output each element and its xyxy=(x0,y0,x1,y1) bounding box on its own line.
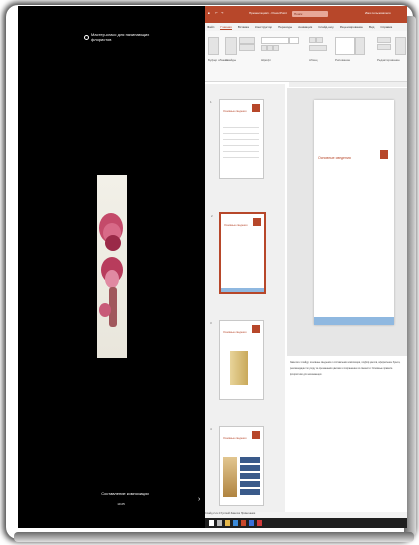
menu-item[interactable]: Справка xyxy=(380,25,392,29)
menu-item[interactable]: Файл xyxy=(207,25,214,29)
slide-footer-band xyxy=(314,317,394,325)
current-slide[interactable]: Основные сведения xyxy=(314,100,394,325)
undo-icon[interactable]: ↶ xyxy=(215,11,218,15)
new-slide-button[interactable] xyxy=(225,37,237,55)
slide-thumbnail[interactable]: 4 Основные сведения xyxy=(210,426,264,506)
logo-icon xyxy=(253,218,261,226)
screen: Мастер-класс для начинающих флористов Со… xyxy=(18,6,407,528)
video-caption: Составление композиции xyxy=(101,491,149,496)
slide-thumb-title: Основные сведения xyxy=(223,331,247,334)
rose-petal xyxy=(105,235,121,251)
ribbon xyxy=(205,31,407,82)
presentation-app: ■ ↶ ↷ Презентация1 - PowerPoint Поиск Им… xyxy=(205,6,407,528)
slide-title[interactable]: Основные сведения xyxy=(318,156,351,160)
slide-thumbnail[interactable]: 1 Основные сведения xyxy=(210,99,264,179)
layout-button[interactable] xyxy=(239,37,255,44)
slide-thumb-table xyxy=(240,457,260,497)
frame-shadow-bottom xyxy=(14,532,414,542)
slide-thumb-image xyxy=(230,351,248,385)
clock-icon xyxy=(84,34,89,40)
numbering-button[interactable] xyxy=(316,37,323,43)
video-caption-sub: 10:25 xyxy=(117,502,125,506)
powerpoint-icon[interactable] xyxy=(241,520,246,526)
taskbar xyxy=(205,518,407,528)
ribbon-group-label: Редактирование xyxy=(377,58,400,62)
title-bar: ■ ↶ ↷ Презентация1 - PowerPoint Поиск Им… xyxy=(205,6,407,23)
reset-button[interactable] xyxy=(239,44,255,51)
logo-icon xyxy=(252,325,260,333)
explorer-icon[interactable] xyxy=(225,520,230,526)
menu-item[interactable]: Вид xyxy=(369,25,374,29)
menu-item[interactable]: Анимация xyxy=(298,25,312,29)
slide-number: 1 xyxy=(210,100,212,104)
slide-thumbnails-pane: 1 Основные сведения 2 Основные сведения … xyxy=(205,84,285,512)
video-title-text: Мастер-класс для начинающих флористов xyxy=(91,32,150,42)
window-title: Презентация1 - PowerPoint xyxy=(249,11,287,15)
paste-button[interactable] xyxy=(208,37,219,55)
slide-editor: Основные сведения xyxy=(287,88,407,356)
browser-icon[interactable] xyxy=(233,520,238,526)
replace-button[interactable] xyxy=(377,44,391,50)
arrange-button[interactable] xyxy=(355,37,365,55)
redo-icon[interactable]: ↷ xyxy=(221,11,224,15)
slide-number: 3 xyxy=(210,321,212,325)
video-frame-rose[interactable] xyxy=(97,175,127,358)
search-icon[interactable] xyxy=(217,520,222,526)
start-icon[interactable] xyxy=(209,520,214,526)
slide-thumb-band xyxy=(221,288,264,292)
select-button[interactable] xyxy=(395,37,406,55)
video-panel: Мастер-класс для начинающих флористов Со… xyxy=(18,6,205,528)
slide-thumbnail[interactable]: 3 Основные сведения xyxy=(210,320,264,400)
menu-item[interactable]: Конструктор xyxy=(255,25,272,29)
slide-thumb-table xyxy=(223,122,259,162)
ribbon-group-label: Слайды xyxy=(225,58,237,62)
underline-button[interactable] xyxy=(273,45,279,51)
save-icon[interactable]: ■ xyxy=(208,11,210,15)
slide-thumbnail-selected[interactable]: 2 Основные сведения xyxy=(211,212,266,294)
video-title: Мастер-класс для начинающих флористов xyxy=(84,30,164,44)
logo-icon xyxy=(252,104,260,112)
mail-icon[interactable] xyxy=(249,520,254,526)
slide-number: 2 xyxy=(211,214,213,218)
search-input[interactable]: Поиск xyxy=(292,11,328,17)
menu-bar: Файл Главная Вставка Конструктор Переходы Ани… xyxy=(205,23,407,31)
align-button[interactable] xyxy=(309,45,327,51)
slide-thumb-image xyxy=(223,457,237,497)
rose-petal xyxy=(105,270,119,288)
next-chevron-icon[interactable]: › xyxy=(198,496,200,503)
logo-icon xyxy=(252,431,260,439)
slide-thumb-title: Основные сведения xyxy=(224,224,248,227)
shapes-gallery[interactable] xyxy=(335,37,355,55)
ribbon-group-label: Абзац xyxy=(309,58,318,62)
menu-item[interactable]: Слайд-шоу xyxy=(318,25,334,29)
horizontal-ruler xyxy=(289,82,407,87)
user-name[interactable]: Имя пользователя xyxy=(365,11,391,15)
find-button[interactable] xyxy=(377,37,391,43)
menu-item[interactable]: Рецензирование xyxy=(340,25,363,29)
notes-pane[interactable]: Заметки к слайду: основные сведения о со… xyxy=(287,358,407,482)
media-icon[interactable] xyxy=(257,520,262,526)
slide-number: 4 xyxy=(210,427,212,431)
menu-item[interactable]: Переходы xyxy=(278,25,292,29)
slide-thumb-title: Основные сведения xyxy=(223,437,247,440)
font-size-select[interactable] xyxy=(289,37,299,44)
slide-thumb-title: Основные сведения xyxy=(223,110,247,113)
logo-icon xyxy=(380,150,388,159)
font-family-select[interactable] xyxy=(261,37,289,44)
rose-petal xyxy=(99,303,111,317)
menu-item[interactable]: Главная xyxy=(220,25,232,30)
ribbon-group-label: Рисование xyxy=(335,58,351,62)
bullets-button[interactable] xyxy=(309,37,316,43)
ribbon-group-label: Шрифт xyxy=(261,58,271,62)
menu-item[interactable]: Вставка xyxy=(238,25,249,29)
